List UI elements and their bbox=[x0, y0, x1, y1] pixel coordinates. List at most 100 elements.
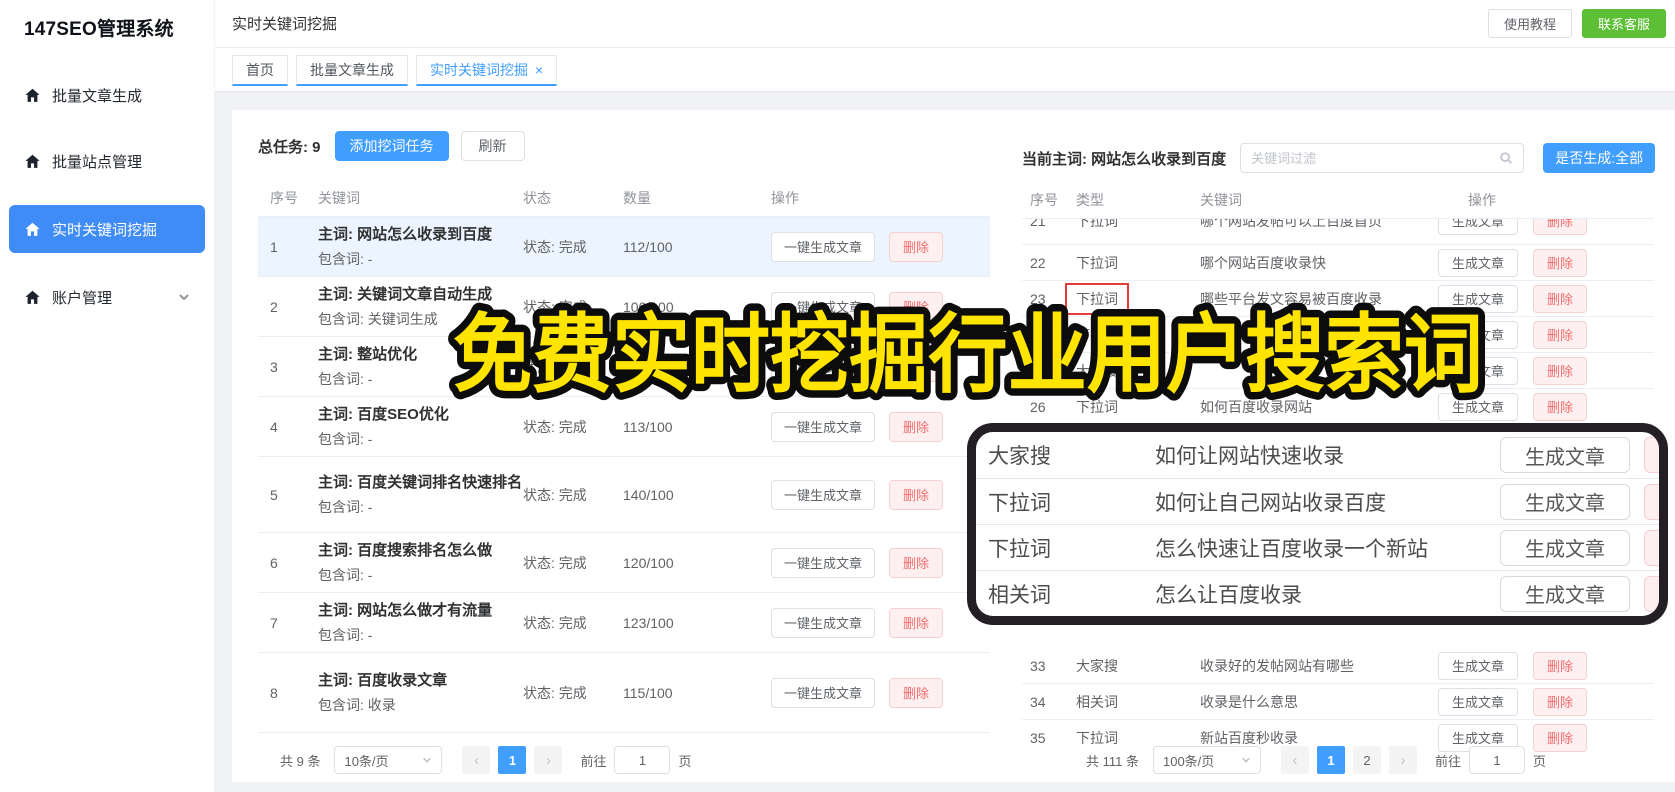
delete-button[interactable]: 删除 bbox=[1644, 529, 1659, 566]
close-icon[interactable]: × bbox=[535, 62, 543, 78]
sidebar-item-label: 实时关键词挖掘 bbox=[52, 221, 158, 239]
generate-article-button[interactable]: 生成文章 bbox=[1438, 651, 1519, 680]
generate-article-button[interactable]: 生成文章 bbox=[1438, 392, 1519, 421]
chevron-down-icon bbox=[423, 757, 432, 763]
table-row[interactable]: 8 主词: 百度收录文章 包含词: 收录 状态: 完成 115/100 一键生成文… bbox=[258, 653, 990, 733]
sidebar-item-label: 批量文章生成 bbox=[52, 87, 143, 105]
generate-all-button[interactable]: 是否生成:全部 bbox=[1543, 143, 1656, 173]
generate-article-button[interactable]: 生成文章 bbox=[1438, 284, 1519, 313]
table-row[interactable]: 25 大家搜 生成文章 删除 bbox=[1022, 353, 1654, 389]
page-number-1[interactable]: 1 bbox=[498, 746, 527, 774]
table-row[interactable]: 23 下拉词 哪些平台发文容易被百度收录 生成文章 删除 bbox=[1022, 281, 1654, 317]
tab-home[interactable]: 首页 bbox=[232, 55, 288, 86]
generate-article-button[interactable]: 生成文章 bbox=[1500, 529, 1630, 566]
delete-button[interactable]: 删除 bbox=[889, 231, 944, 262]
delete-button[interactable]: 删除 bbox=[1533, 356, 1588, 385]
delete-button[interactable]: 删除 bbox=[1533, 219, 1588, 235]
table-row[interactable]: 22 下拉词 哪个网站百度收录快 生成文章 删除 bbox=[1022, 245, 1654, 281]
table-row[interactable]: 下拉词 如何让自己网站收录百度 生成文章 删除 bbox=[976, 478, 1659, 524]
table-row[interactable]: 2 主词: 关键词文章自动生成 包含词: 关键词生成 状态: 完成 100/100… bbox=[258, 277, 990, 337]
generate-article-button[interactable]: 生成文章 bbox=[1438, 320, 1519, 349]
table-row[interactable]: 4 主词: 百度SEO优化 包含词: - 状态: 完成 113/100 一键生成文… bbox=[258, 397, 990, 457]
delete-button[interactable]: 删除 bbox=[1533, 248, 1588, 277]
table-row[interactable]: 3 主词: 整站优化 包含词: - 状态: 完成 一键生成文章 删除 bbox=[258, 337, 990, 397]
generate-article-button[interactable]: 生成文章 bbox=[1500, 437, 1630, 473]
generate-article-button[interactable]: 生成文章 bbox=[1438, 356, 1519, 385]
generate-article-button[interactable]: 一键生成文章 bbox=[771, 291, 876, 322]
generate-article-button[interactable]: 一键生成文章 bbox=[771, 351, 876, 382]
tasks-table: 序号 关键词 状态 数量 操作 1 主词: 网站怎么收录到百度 包含词: - 状态… bbox=[258, 180, 990, 733]
page-number-1[interactable]: 1 bbox=[1316, 746, 1345, 774]
right-panel-header: 当前主词: 网站怎么收录到百度 是否生成:全部 bbox=[1022, 143, 1656, 173]
chevron-down-icon bbox=[178, 291, 190, 303]
delete-button[interactable]: 删除 bbox=[1533, 392, 1588, 421]
table-row[interactable]: 相关词 怎么让百度收录 生成文章 删除 bbox=[976, 570, 1659, 616]
search-icon bbox=[1500, 152, 1513, 164]
generate-article-button[interactable]: 一键生成文章 bbox=[771, 677, 876, 708]
tabbar: 首页 批量文章生成 实时关键词挖掘 × bbox=[215, 48, 1675, 92]
sidebar-item-keyword-mining[interactable]: 实时关键词挖掘 bbox=[9, 205, 205, 253]
page-unit-label: 页 bbox=[678, 753, 692, 769]
generate-article-button[interactable]: 一键生成文章 bbox=[771, 607, 876, 638]
page-size-select[interactable]: 100条/页 bbox=[1152, 746, 1261, 774]
generate-article-button[interactable]: 一键生成文章 bbox=[771, 411, 876, 442]
keywords-table-header: 序号 类型 关键词 操作 bbox=[1022, 190, 1654, 219]
table-row[interactable]: 5 主词: 百度关键词排名快速排名 包含词: - 状态: 完成 140/100 一… bbox=[258, 457, 990, 533]
generate-article-button[interactable]: 一键生成文章 bbox=[771, 479, 876, 510]
delete-button[interactable]: 删除 bbox=[1644, 483, 1659, 520]
delete-button[interactable]: 删除 bbox=[889, 547, 944, 578]
generate-article-button[interactable]: 一键生成文章 bbox=[771, 231, 876, 262]
tab-keyword-mining[interactable]: 实时关键词挖掘 × bbox=[416, 55, 558, 86]
delete-button[interactable]: 删除 bbox=[889, 607, 944, 638]
tab-batch-article[interactable]: 批量文章生成 bbox=[296, 55, 408, 86]
delete-button[interactable]: 删除 bbox=[1533, 651, 1588, 680]
delete-button[interactable]: 删除 bbox=[1533, 284, 1588, 313]
goto-page-input[interactable] bbox=[1469, 746, 1525, 774]
refresh-button[interactable]: 刷新 bbox=[460, 131, 525, 161]
brand-title: 147SEO管理系统 bbox=[24, 19, 174, 40]
table-row[interactable]: 33 大家搜 收录好的发帖网站有哪些 生成文章 删除 bbox=[1022, 648, 1654, 684]
highlighted-type-annotation: 下拉词 bbox=[1065, 282, 1129, 315]
table-row[interactable]: 大家搜 如何让网站快速收录 生成文章 删除 bbox=[976, 432, 1659, 478]
generate-article-button[interactable]: 生成文章 bbox=[1438, 687, 1519, 716]
goto-label: 前往 bbox=[580, 753, 607, 769]
goto-page-input[interactable] bbox=[614, 746, 671, 774]
delete-button[interactable]: 删除 bbox=[889, 411, 944, 442]
tutorial-button[interactable]: 使用教程 bbox=[1487, 9, 1572, 38]
keyword-filter-input[interactable] bbox=[1251, 150, 1500, 166]
delete-button[interactable]: 删除 bbox=[1533, 320, 1588, 349]
sidebar-item-batch-site[interactable]: 批量站点管理 bbox=[9, 139, 205, 183]
generate-article-button[interactable]: 生成文章 bbox=[1438, 248, 1519, 277]
page-size-select[interactable]: 10条/页 bbox=[334, 746, 443, 774]
sidebar-item-account[interactable]: 账户管理 bbox=[9, 275, 205, 319]
delete-button[interactable]: 删除 bbox=[889, 677, 944, 708]
delete-button[interactable]: 删除 bbox=[889, 479, 944, 510]
table-row[interactable]: 26 下拉词 如何百度收录网站 生成文章 删除 bbox=[1022, 389, 1654, 425]
page-number-2[interactable]: 2 bbox=[1352, 746, 1381, 774]
delete-button[interactable]: 删除 bbox=[889, 291, 944, 322]
next-page-button[interactable]: › bbox=[534, 746, 563, 774]
table-row[interactable]: 7 主词: 网站怎么做才有流量 包含词: - 状态: 完成 123/100 一键生… bbox=[258, 593, 990, 653]
sidebar-item-label: 账户管理 bbox=[52, 289, 113, 307]
generate-article-button[interactable]: 一键生成文章 bbox=[771, 547, 876, 578]
prev-page-button[interactable]: ‹ bbox=[462, 746, 491, 774]
table-row[interactable]: 1 主词: 网站怎么收录到百度 包含词: - 状态: 完成 112/100 一键生… bbox=[258, 217, 990, 277]
table-row[interactable]: 34 相关词 收录是什么意思 生成文章 删除 bbox=[1022, 684, 1654, 720]
generate-article-button[interactable]: 生成文章 bbox=[1500, 483, 1630, 520]
generate-article-button[interactable]: 生成文章 bbox=[1438, 219, 1519, 235]
home-icon bbox=[24, 289, 41, 306]
delete-button[interactable]: 删除 bbox=[889, 351, 944, 382]
delete-button[interactable]: 删除 bbox=[1533, 687, 1588, 716]
contact-support-button[interactable]: 联系客服 bbox=[1581, 9, 1666, 38]
table-row[interactable]: 24 下拉词 生成文章 删除 bbox=[1022, 317, 1654, 353]
add-task-button[interactable]: 添加挖词任务 bbox=[334, 131, 449, 161]
generate-article-button[interactable]: 生成文章 bbox=[1500, 575, 1630, 612]
table-row[interactable]: 21 下拉词 哪个网站发帖可以上百度首页 生成文章 删除 bbox=[1022, 219, 1654, 245]
prev-page-button[interactable]: ‹ bbox=[1280, 746, 1309, 774]
table-row[interactable]: 6 主词: 百度搜索排名怎么做 包含词: - 状态: 完成 120/100 一键生… bbox=[258, 533, 990, 593]
sidebar-item-batch-article[interactable]: 批量文章生成 bbox=[9, 73, 205, 117]
next-page-button[interactable]: › bbox=[1388, 746, 1417, 774]
delete-button[interactable]: 删除 bbox=[1644, 437, 1659, 473]
delete-button[interactable]: 删除 bbox=[1644, 575, 1659, 612]
table-row[interactable]: 下拉词 怎么快速让百度收录一个新站 生成文章 删除 bbox=[976, 524, 1659, 570]
